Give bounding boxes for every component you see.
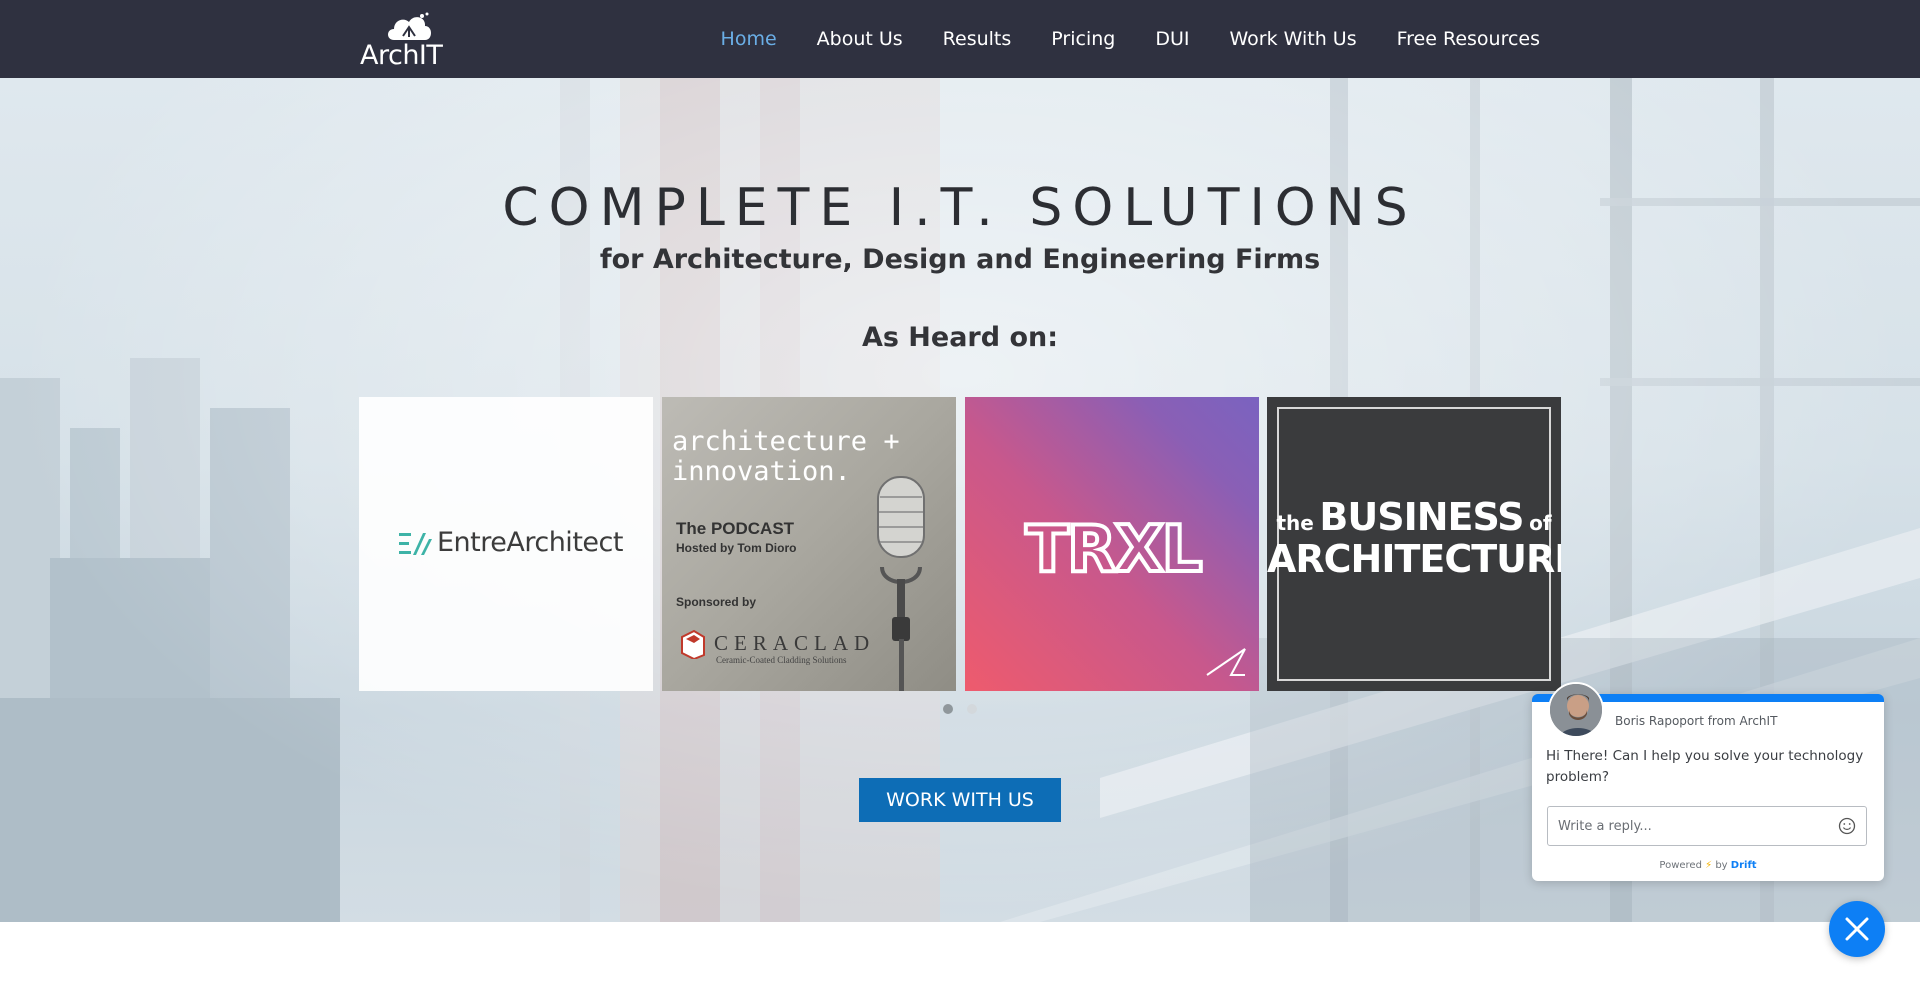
- carousel-dot-1[interactable]: [943, 704, 953, 714]
- nav-menu: Home About Us Results Pricing DUI Work W…: [721, 0, 1540, 78]
- carousel-pagination: [943, 704, 977, 714]
- top-navigation-bar: ArchIT Home About Us Results Pricing DUI…: [0, 0, 1920, 78]
- nav-item-home[interactable]: Home: [721, 28, 777, 50]
- nav-item-dui[interactable]: DUI: [1155, 28, 1189, 50]
- nav-item-free-resources[interactable]: Free Resources: [1397, 28, 1540, 50]
- cloud-logo-icon: [388, 12, 431, 40]
- chat-widget: Boris Rapoport from ArchIT Hi There! Can…: [1532, 682, 1884, 881]
- chat-reply-input[interactable]: [1548, 807, 1828, 845]
- carousel-dot-2[interactable]: [967, 704, 977, 714]
- nav-item-pricing[interactable]: Pricing: [1051, 28, 1115, 50]
- agent-avatar-image: [1550, 684, 1602, 736]
- nav-item-about-us[interactable]: About Us: [817, 28, 903, 50]
- trxl-tile[interactable]: TRXL: [965, 397, 1259, 691]
- microphone-icon: [877, 476, 925, 691]
- smile-icon[interactable]: [1838, 817, 1856, 835]
- ceraclad-logo-icon: [681, 629, 705, 659]
- entrearchitect-logo-icon: [399, 533, 432, 555]
- podcast-host: Hosted by Tom Dioro: [676, 541, 797, 555]
- lightning-icon: ⚡: [1705, 860, 1713, 871]
- entrearchitect-label: EntreArchitect: [437, 527, 623, 558]
- chat-reply-box: [1547, 806, 1867, 846]
- entrearchitect-tile[interactable]: EntreArchitect: [359, 397, 653, 691]
- trxl-logo: TRXL: [1023, 515, 1205, 581]
- business-of-architecture-tile[interactable]: the BUSINESS of ARCHITECTURE: [1267, 397, 1561, 691]
- nav-item-work-with-us[interactable]: Work With Us: [1229, 28, 1356, 50]
- logo-text: ArchIT: [360, 40, 443, 71]
- as-heard-on-label: As Heard on:: [861, 322, 1059, 353]
- archit-logo[interactable]: ArchIT: [358, 10, 462, 71]
- boa-title-line1: the BUSINESS of: [1276, 495, 1552, 539]
- chat-message: Hi There! Can I help you solve your tech…: [1546, 748, 1864, 785]
- work-with-us-button[interactable]: WORK WITH US: [859, 778, 1061, 822]
- chat-footer: Powered ⚡ by Drift: [1659, 860, 1757, 871]
- trxl-label: TRXL: [1025, 515, 1201, 581]
- agent-name: Boris Rapoport from ArchIT: [1615, 714, 1778, 728]
- close-icon: [1845, 917, 1869, 941]
- ceraclad-brand: CERACLAD: [714, 631, 876, 655]
- boa-title-line2: ARCHITECTURE: [1267, 537, 1561, 581]
- agent-avatar: [1548, 682, 1604, 738]
- ceraclad-tagline: Ceramic-Coated Cladding Solutions: [716, 655, 847, 665]
- nav-item-results[interactable]: Results: [943, 28, 1012, 50]
- corner-mark-icon: [1206, 648, 1246, 676]
- chat-close-button[interactable]: [1829, 901, 1885, 957]
- drift-link[interactable]: Drift: [1731, 860, 1757, 871]
- hero-title: COMPLETE I.T. SOLUTIONS: [502, 178, 1418, 238]
- architecture-innovation-podcast-tile[interactable]: architecture + innovation. The PODCAST H…: [662, 397, 956, 691]
- podcast-sponsor-label: Sponsored by: [676, 595, 757, 609]
- hero-subtitle: for Architecture, Design and Engineering…: [599, 244, 1321, 275]
- podcast-label: The PODCAST: [676, 519, 795, 538]
- podcast-carousel: EntreArchitect architecture + innovation…: [359, 397, 1561, 691]
